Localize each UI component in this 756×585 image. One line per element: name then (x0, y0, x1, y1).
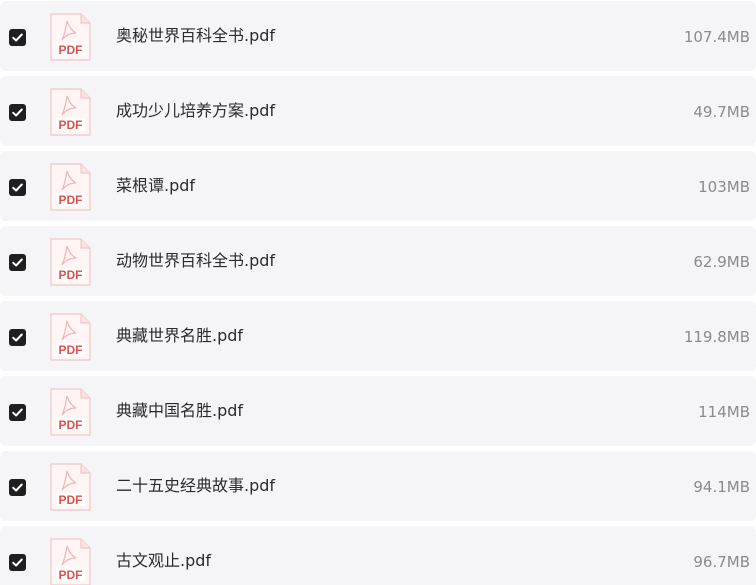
pdf-icon-label: PDF (59, 118, 83, 132)
pdf-file-icon: PDF (50, 313, 91, 361)
file-name: 奥秘世界百科全书.pdf (116, 26, 276, 45)
file-name: 菜根谭.pdf (116, 176, 196, 195)
file-size: 107.4MB (683, 28, 750, 46)
pdf-icon-label: PDF (59, 568, 83, 582)
file-name: 成功少儿培养方案.pdf (116, 101, 276, 120)
file-checkbox[interactable] (9, 104, 26, 121)
file-row[interactable]: PDF 成功少儿培养方案.pdf 49.7MB (0, 76, 756, 146)
file-row[interactable]: PDF 菜根谭.pdf 103MB (0, 151, 756, 221)
file-checkbox[interactable] (9, 179, 26, 196)
checkmark-icon (12, 258, 23, 267)
pdf-file-icon: PDF (50, 13, 91, 61)
file-row[interactable]: PDF 古文观止.pdf 96.7MB (0, 526, 756, 585)
checkmark-icon (12, 408, 23, 417)
file-size: 114MB (698, 403, 750, 421)
checkmark-icon (12, 333, 23, 342)
file-name: 动物世界百科全书.pdf (116, 251, 276, 270)
file-name: 二十五史经典故事.pdf (116, 476, 276, 495)
pdf-icon-label: PDF (59, 493, 83, 507)
checkmark-icon (12, 483, 23, 492)
pdf-file-icon: PDF (50, 538, 91, 585)
file-row[interactable]: PDF 奥秘世界百科全书.pdf 107.4MB (0, 1, 756, 71)
file-size: 96.7MB (693, 553, 750, 571)
checkmark-icon (12, 558, 23, 567)
file-checkbox[interactable] (9, 329, 26, 346)
pdf-icon-label: PDF (59, 268, 83, 282)
pdf-icon-label: PDF (59, 43, 83, 57)
file-checkbox[interactable] (9, 554, 26, 571)
file-checkbox[interactable] (9, 479, 26, 496)
file-row[interactable]: PDF 二十五史经典故事.pdf 94.1MB (0, 451, 756, 521)
file-checkbox[interactable] (9, 254, 26, 271)
file-size: 49.7MB (693, 103, 750, 121)
pdf-file-icon: PDF (50, 88, 91, 136)
pdf-file-icon: PDF (50, 238, 91, 286)
file-size: 94.1MB (693, 478, 750, 496)
pdf-icon-label: PDF (59, 343, 83, 357)
file-size: 62.9MB (693, 253, 750, 271)
file-row[interactable]: PDF 典藏世界名胜.pdf 119.8MB (0, 301, 756, 371)
file-size: 103MB (698, 178, 750, 196)
file-row[interactable]: PDF 动物世界百科全书.pdf 62.9MB (0, 226, 756, 296)
pdf-file-icon: PDF (50, 388, 91, 436)
pdf-file-icon: PDF (50, 163, 91, 211)
file-checkbox[interactable] (9, 29, 26, 46)
pdf-icon-label: PDF (59, 418, 83, 432)
checkmark-icon (12, 33, 23, 42)
file-name: 典藏世界名胜.pdf (116, 326, 244, 345)
checkmark-icon (12, 183, 23, 192)
file-checkbox[interactable] (9, 404, 26, 421)
file-name: 典藏中国名胜.pdf (116, 401, 244, 420)
pdf-file-icon: PDF (50, 463, 91, 511)
file-name: 古文观止.pdf (116, 551, 212, 570)
pdf-icon-label: PDF (59, 193, 83, 207)
file-list: PDF 奥秘世界百科全书.pdf 107.4MB PDF 成功少儿培养方案.pd… (0, 0, 756, 585)
checkmark-icon (12, 108, 23, 117)
file-row[interactable]: PDF 典藏中国名胜.pdf 114MB (0, 376, 756, 446)
file-size: 119.8MB (683, 328, 750, 346)
